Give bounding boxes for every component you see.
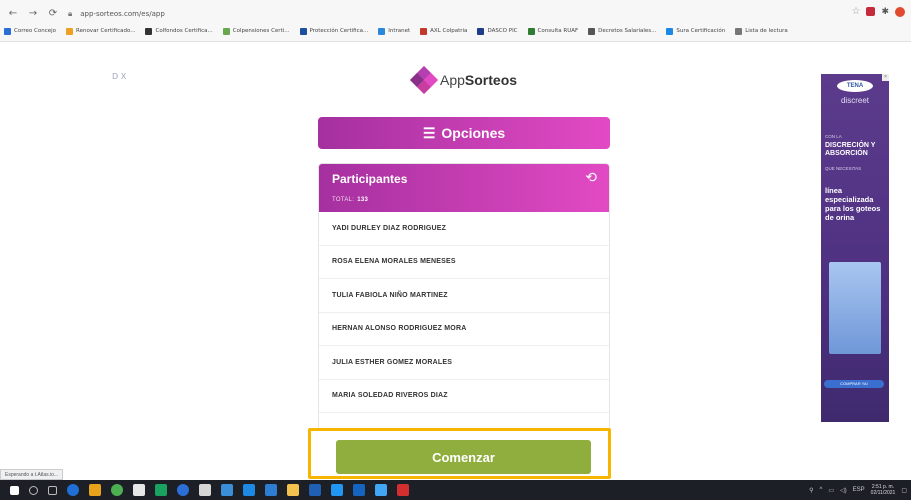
chevron-up-icon[interactable]: ^ [820,487,823,493]
bookmark-item[interactable]: Decretos Salariales... [588,27,656,35]
participant-row: YADI DURLEY DIAZ RODRIGUEZ [319,212,609,246]
acrobat-icon[interactable] [397,484,409,496]
reload-icon[interactable]: ⟳ [46,7,60,21]
refresh-icon[interactable]: ⟲ [585,170,597,186]
word-icon[interactable] [309,484,321,496]
bookmark-icon [420,27,428,35]
volume-icon[interactable]: ◁) [840,487,847,494]
participant-row: ROSA ELENA MORALES MENESES [319,246,609,279]
logo-mark-icon [409,65,439,95]
bookmark-item[interactable]: Colpensiones Certi... [222,27,290,35]
bookmark-icon [4,27,11,35]
ad-choices-label[interactable]: D X [112,72,126,81]
bookmarks-bar: Correo Concejo Renovar Certificado... Co… [0,24,911,38]
clock[interactable]: 2:51 p. m. 02/11/2021 [871,484,896,496]
right-ad-banner[interactable]: × TENA discreet CON LA DISCRECIÓN Y ABSO… [821,74,889,422]
bookmark-icon [222,27,230,35]
participants-card: Participantes ⟲ TOTAL: 133 YADI DURLEY DI… [318,163,610,463]
bookmark-icon [378,27,386,35]
ad-brand-logo: TENA [837,80,873,92]
bookmark-icon [477,27,485,35]
app-icon[interactable] [353,484,365,496]
outlook-icon[interactable] [265,484,277,496]
edge-icon[interactable] [67,484,79,496]
bookmark-icon [145,27,153,35]
windows-taskbar: ⚲ ^ ▭ ◁) ESP 2:51 p. m. 02/11/2021 ▢ [0,480,911,500]
lock-icon: 🔒︎ [68,9,73,18]
app-icon[interactable] [221,484,233,496]
participant-row: JULIA ESTHER GOMEZ MORALES [319,346,609,380]
file-explorer-icon[interactable] [89,484,101,496]
bookmark-item[interactable]: Intranet [378,27,410,35]
start-button[interactable]: Comenzar [336,440,591,474]
bookmark-item[interactable]: Protección Certifica... [299,27,368,35]
list-icon: ☰ [422,124,436,141]
status-bar: Esperando a t.Atlas.io... [0,469,64,480]
browser-chrome: ← → ⟳ 🔒︎ app-sorteos.com/es/app ☆ ✱ Corr… [0,0,911,42]
notification-icon[interactable]: ▢ [901,487,907,494]
back-icon[interactable]: ← [6,7,20,21]
system-tray: ⚲ ^ ▭ ◁) ESP 2:51 p. m. 02/11/2021 ▢ [809,480,907,500]
clock-date: 02/11/2021 [870,490,896,496]
bookmark-icon [66,27,73,35]
bookmark-icon [527,27,535,35]
windows-start-icon[interactable] [10,485,19,495]
bookmark-item[interactable]: Colfondos Certifica... [145,27,213,35]
task-view-icon[interactable] [48,485,57,495]
participant-row: TULIA FABIOLA NIÑO MARTINEZ [319,279,609,313]
forward-icon[interactable]: → [26,7,40,21]
bookmark-icon [735,27,743,35]
bookmark-icon [299,27,307,35]
bookmark-item[interactable]: Sura Certificación [666,27,725,35]
app-icon[interactable] [375,484,387,496]
ad-small-text: CON LA [825,134,842,139]
star-icon[interactable]: ☆ [851,6,860,17]
ad-close-icon[interactable]: × [882,74,889,81]
app-icon[interactable] [155,484,167,496]
chrome-icon[interactable] [111,484,123,496]
bookmark-icon [588,27,596,35]
participants-title: Participantes [332,172,408,186]
address-row: ← → ⟳ 🔒︎ app-sorteos.com/es/app ☆ ✱ [0,6,911,22]
ad-brand-sub: discreet [840,96,869,105]
app-icon[interactable] [199,484,211,496]
participants-header: Participantes ⟲ TOTAL: 133 [319,164,609,212]
app-icon[interactable] [287,484,299,496]
bookmark-item[interactable]: Correo Concejo [4,27,56,35]
extension-icon[interactable] [866,7,876,16]
ad-headline: DISCRECIÓN Y ABSORCIÓN [825,142,876,157]
ad-small-text-2: QUE NECESITAS [825,166,862,171]
people-icon[interactable]: ⚲ [809,487,813,494]
calculator-icon[interactable] [133,484,145,496]
network-icon[interactable]: ▭ [828,487,834,494]
options-button[interactable]: ☰ Opciones [318,117,610,149]
bookmark-icon [666,27,674,35]
ie-icon[interactable] [177,484,189,496]
ad-cta-button[interactable]: COMPRAR YA! [824,380,884,388]
participants-total: TOTAL: 133 [332,197,369,203]
logo-text: AppSorteos [440,72,518,88]
bookmark-item[interactable]: Renovar Certificado... [66,27,135,35]
participant-row: HERNAN ALONSO RODRIGUEZ MORA [319,313,609,346]
bookmark-item[interactable]: Lista de lectura [735,27,788,35]
participant-row: MARIA SOLEDAD RIVEROS DIAZ [319,380,609,413]
bookmark-item[interactable]: AXL Colpatria [420,27,467,35]
app-logo[interactable]: AppSorteos [409,65,518,95]
ad-product-image [829,262,881,354]
bookmark-item[interactable]: Consulta RUAF [527,27,578,35]
profile-avatar[interactable] [895,6,905,17]
search-icon[interactable] [29,485,38,495]
puzzle-icon[interactable]: ✱ [881,6,889,17]
ad-tagline: línea especializada para los goteos de o… [825,186,881,222]
bookmark-item[interactable]: DASCO PIC [477,27,518,35]
url-field[interactable]: app-sorteos.com/es/app [80,10,165,18]
browser-actions: ☆ ✱ [851,6,905,17]
options-label: Opciones [441,125,506,141]
language-indicator[interactable]: ESP [853,487,865,493]
app-icon[interactable] [331,484,343,496]
app-icon[interactable] [243,484,255,496]
